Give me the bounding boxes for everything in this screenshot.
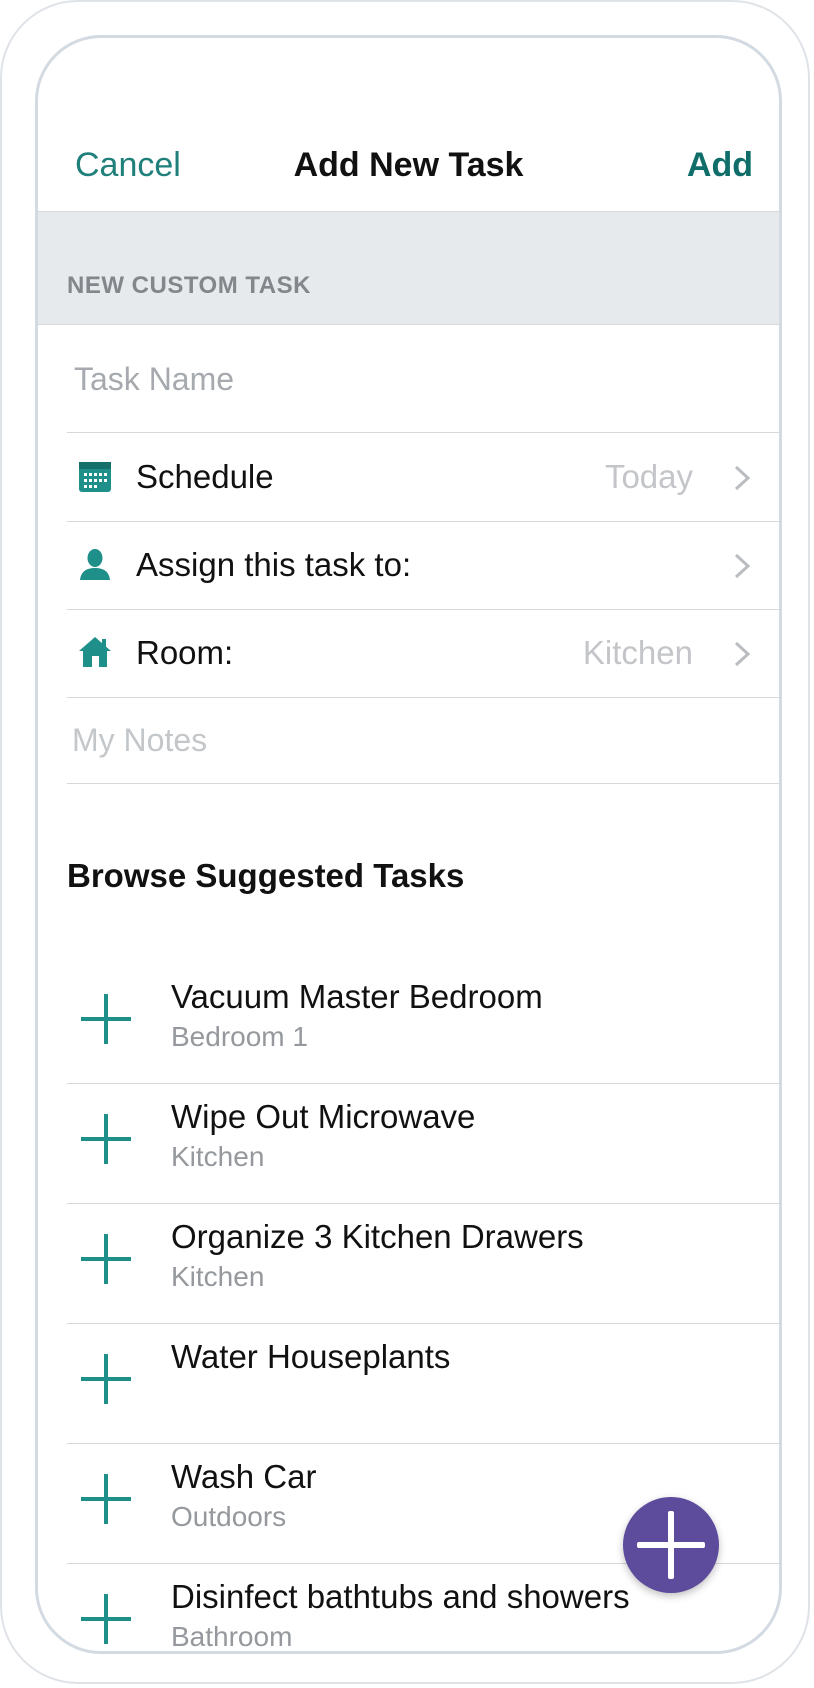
room-row[interactable]: Room: Kitchen xyxy=(67,610,779,698)
schedule-label: Schedule xyxy=(136,458,274,495)
house-icon xyxy=(79,637,111,667)
chevron-right-icon xyxy=(734,553,751,579)
page-title: Add New Task xyxy=(293,146,524,184)
room-label: Room: xyxy=(136,634,234,671)
section-header: NEW CUSTOM TASK xyxy=(38,212,779,325)
section-header-label: NEW CUSTOM TASK xyxy=(67,272,311,299)
plus-icon[interactable] xyxy=(81,1114,131,1164)
suggested-task-room: Bathroom xyxy=(171,1621,293,1652)
suggested-task-title: Disinfect bathtubs and showers xyxy=(171,1578,630,1615)
suggested-task-title: Organize 3 Kitchen Drawers xyxy=(171,1218,584,1255)
plus-icon[interactable] xyxy=(81,1594,131,1644)
suggested-task-item[interactable]: Vacuum Master Bedroom Bedroom 1 xyxy=(67,964,779,1084)
task-name-field[interactable]: Task Name xyxy=(67,325,779,433)
suggested-task-title: Water Houseplants xyxy=(171,1338,451,1375)
suggested-task-title: Wipe Out Microwave xyxy=(171,1098,476,1135)
add-task-fab[interactable] xyxy=(623,1497,719,1593)
suggested-task-item[interactable]: Organize 3 Kitchen Drawers Kitchen xyxy=(67,1204,779,1324)
suggested-task-room: Kitchen xyxy=(171,1261,265,1292)
nav-bar: Cancel Add New Task Add xyxy=(38,38,779,212)
notes-placeholder: My Notes xyxy=(72,722,208,758)
task-name-placeholder: Task Name xyxy=(74,361,235,397)
schedule-row[interactable]: Schedule Today xyxy=(67,434,779,522)
add-button[interactable]: Add xyxy=(687,146,753,185)
schedule-value: Today xyxy=(604,458,693,495)
suggested-task-title: Wash Car xyxy=(171,1458,317,1495)
suggested-task-item[interactable]: Wipe Out Microwave Kitchen xyxy=(67,1084,779,1204)
suggested-task-item[interactable]: Water Houseplants xyxy=(67,1324,779,1444)
app-screen: Cancel Add New Task Add NEW CUSTOM TASK … xyxy=(35,35,782,1654)
plus-icon[interactable] xyxy=(81,1354,131,1404)
notes-field[interactable]: My Notes xyxy=(67,696,779,784)
suggested-task-room: Outdoors xyxy=(171,1501,287,1532)
assign-label: Assign this task to: xyxy=(136,546,412,583)
plus-icon xyxy=(637,1511,705,1579)
room-value: Kitchen xyxy=(582,634,693,671)
calendar-icon xyxy=(79,462,111,492)
device-frame: Cancel Add New Task Add NEW CUSTOM TASK … xyxy=(0,0,810,1684)
person-icon xyxy=(80,549,110,580)
suggested-task-room: Kitchen xyxy=(171,1141,265,1172)
suggested-task-room: Bedroom 1 xyxy=(171,1021,308,1052)
plus-icon[interactable] xyxy=(81,1474,131,1524)
browse-section-title: Browse Suggested Tasks xyxy=(67,857,465,894)
plus-icon[interactable] xyxy=(81,1234,131,1284)
assign-row[interactable]: Assign this task to: xyxy=(67,522,779,610)
suggested-task-title: Vacuum Master Bedroom xyxy=(171,978,543,1015)
chevron-right-icon xyxy=(734,465,751,491)
plus-icon[interactable] xyxy=(81,994,131,1044)
chevron-right-icon xyxy=(734,641,751,667)
